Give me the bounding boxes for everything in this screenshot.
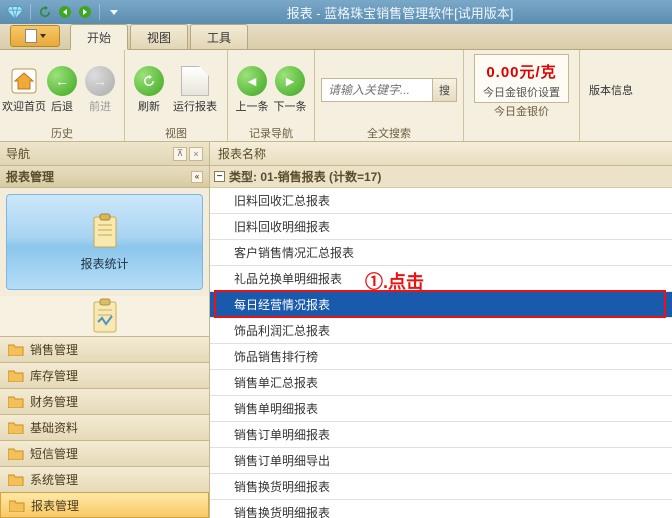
ribbon: 欢迎首页 ← 后退 → 前进 历史 刷新 运行报表 视图 [0,50,672,142]
refresh-icon [134,66,164,96]
list-item[interactable]: 客户销售情况汇总报表 [210,240,672,266]
titlebar-next-icon[interactable] [77,4,93,20]
nav-item[interactable]: 财务管理 [0,388,209,414]
list-item[interactable]: 销售单汇总报表 [210,370,672,396]
nav-item[interactable]: 短信管理 [0,440,209,466]
home-button[interactable]: 欢迎首页 [6,66,42,114]
content-panel: 报表名称 − 类型: 01-销售报表 (计数=17) 旧料回收汇总报表旧料回收明… [210,142,672,518]
list-item[interactable]: 饰品销售排行榜 [210,344,672,370]
list-item[interactable]: 每日经营情况报表 [210,292,672,318]
nav-item[interactable]: 系统管理 [0,466,209,492]
nav-header: 导航 ⊼× [0,142,209,166]
caret-down-icon [40,34,46,38]
folder-icon [8,421,24,434]
nav-spacer [0,296,209,336]
next-icon: ► [275,66,305,96]
ribbon-group-record: ◄ 上一条 ► 下一条 记录导航 [228,50,315,141]
ribbon-group-view: 刷新 运行报表 视图 [125,50,228,141]
ribbon-tab-bar: 开始 视图 工具 [0,24,672,50]
content-group-row[interactable]: − 类型: 01-销售报表 (计数=17) [210,166,672,188]
list-item[interactable]: 销售订单明细报表 [210,422,672,448]
search-input[interactable] [322,83,432,97]
run-report-button[interactable]: 运行报表 [169,66,221,114]
nav-tile-report-stats[interactable]: 报表统计 [6,194,203,290]
tab-start[interactable]: 开始 [70,24,128,50]
forward-icon: → [85,66,115,96]
back-icon: ← [47,66,77,96]
list-item[interactable]: 销售订单明细导出 [210,448,672,474]
file-menu-button[interactable] [10,25,60,47]
content-column-header[interactable]: 报表名称 [210,142,672,166]
list-item[interactable]: 旧料回收明细报表 [210,214,672,240]
ribbon-group-price: 0.00元/克 今日金银价设置 今日金银价 [464,50,580,141]
collapse-group-icon[interactable]: − [214,171,225,182]
nav-panel: 导航 ⊼× 报表管理 « 报表统计 销售管理库存管理财务管理基础资料短信管理系统… [0,142,210,518]
ribbon-group-search: 搜 全文搜索 [315,50,464,141]
list-item[interactable]: 礼品兑换单明细报表 [210,266,672,292]
search-button[interactable]: 搜 [432,79,456,101]
clipboard-icon [90,213,120,249]
collapse-icon[interactable]: « [191,171,203,183]
tab-view[interactable]: 视图 [130,24,188,49]
close-panel-icon[interactable]: × [189,147,203,161]
titlebar-dropdown-icon[interactable] [106,4,122,20]
home-icon [9,66,39,96]
nav-item[interactable]: 基础资料 [0,414,209,440]
ribbon-group-history: 欢迎首页 ← 后退 → 前进 历史 [0,50,125,141]
gold-price-box[interactable]: 0.00元/克 今日金银价设置 [474,54,569,103]
tab-tools[interactable]: 工具 [190,24,248,49]
folder-icon [8,343,24,356]
gold-price-sub: 今日金银价设置 [483,84,560,100]
report-list: 旧料回收汇总报表旧料回收明细报表客户销售情况汇总报表礼品兑换单明细报表每日经营情… [210,188,672,518]
folder-icon [8,447,24,460]
prev-icon: ◄ [237,66,267,96]
report-icon [181,66,209,96]
folder-icon [8,473,24,486]
nav-items: 销售管理库存管理财务管理基础资料短信管理系统管理报表管理 [0,296,209,518]
title-bar: 报表 - 蓝格珠宝销售管理软件[试用版本] [0,0,672,24]
gold-price-value: 0.00元/克 [483,61,560,82]
main-area: 导航 ⊼× 报表管理 « 报表统计 销售管理库存管理财务管理基础资料短信管理系统… [0,142,672,518]
folder-icon [8,369,24,382]
list-item[interactable]: 销售单明细报表 [210,396,672,422]
nav-item[interactable]: 销售管理 [0,336,209,362]
prev-record-button[interactable]: ◄ 上一条 [234,66,270,114]
list-item[interactable]: 销售换货明细报表 [210,474,672,500]
list-item[interactable]: 饰品利润汇总报表 [210,318,672,344]
folder-icon [9,499,25,512]
version-button[interactable]: 版本信息 [586,82,636,98]
search-box: 搜 [321,78,457,102]
clipboard-icon [90,298,120,334]
nav-sub-header[interactable]: 报表管理 « [0,166,209,188]
back-button[interactable]: ← 后退 [44,66,80,114]
nav-item[interactable]: 报表管理 [0,492,209,518]
refresh-button[interactable]: 刷新 [131,66,167,114]
folder-icon [8,395,24,408]
pin-icon[interactable]: ⊼ [173,147,187,161]
document-icon [25,29,37,43]
window-title: 报表 - 蓝格珠宝销售管理软件[试用版本] [128,3,672,22]
titlebar-refresh-icon[interactable] [37,4,53,20]
forward-button[interactable]: → 前进 [82,66,118,114]
nav-item[interactable]: 库存管理 [0,362,209,388]
list-item[interactable]: 销售换货明细报表 [210,500,672,518]
titlebar-prev-icon[interactable] [57,4,73,20]
app-diamond-icon [6,3,24,21]
next-record-button[interactable]: ► 下一条 [272,66,308,114]
ribbon-group-version: 版本信息 [580,50,642,141]
list-item[interactable]: 旧料回收汇总报表 [210,188,672,214]
